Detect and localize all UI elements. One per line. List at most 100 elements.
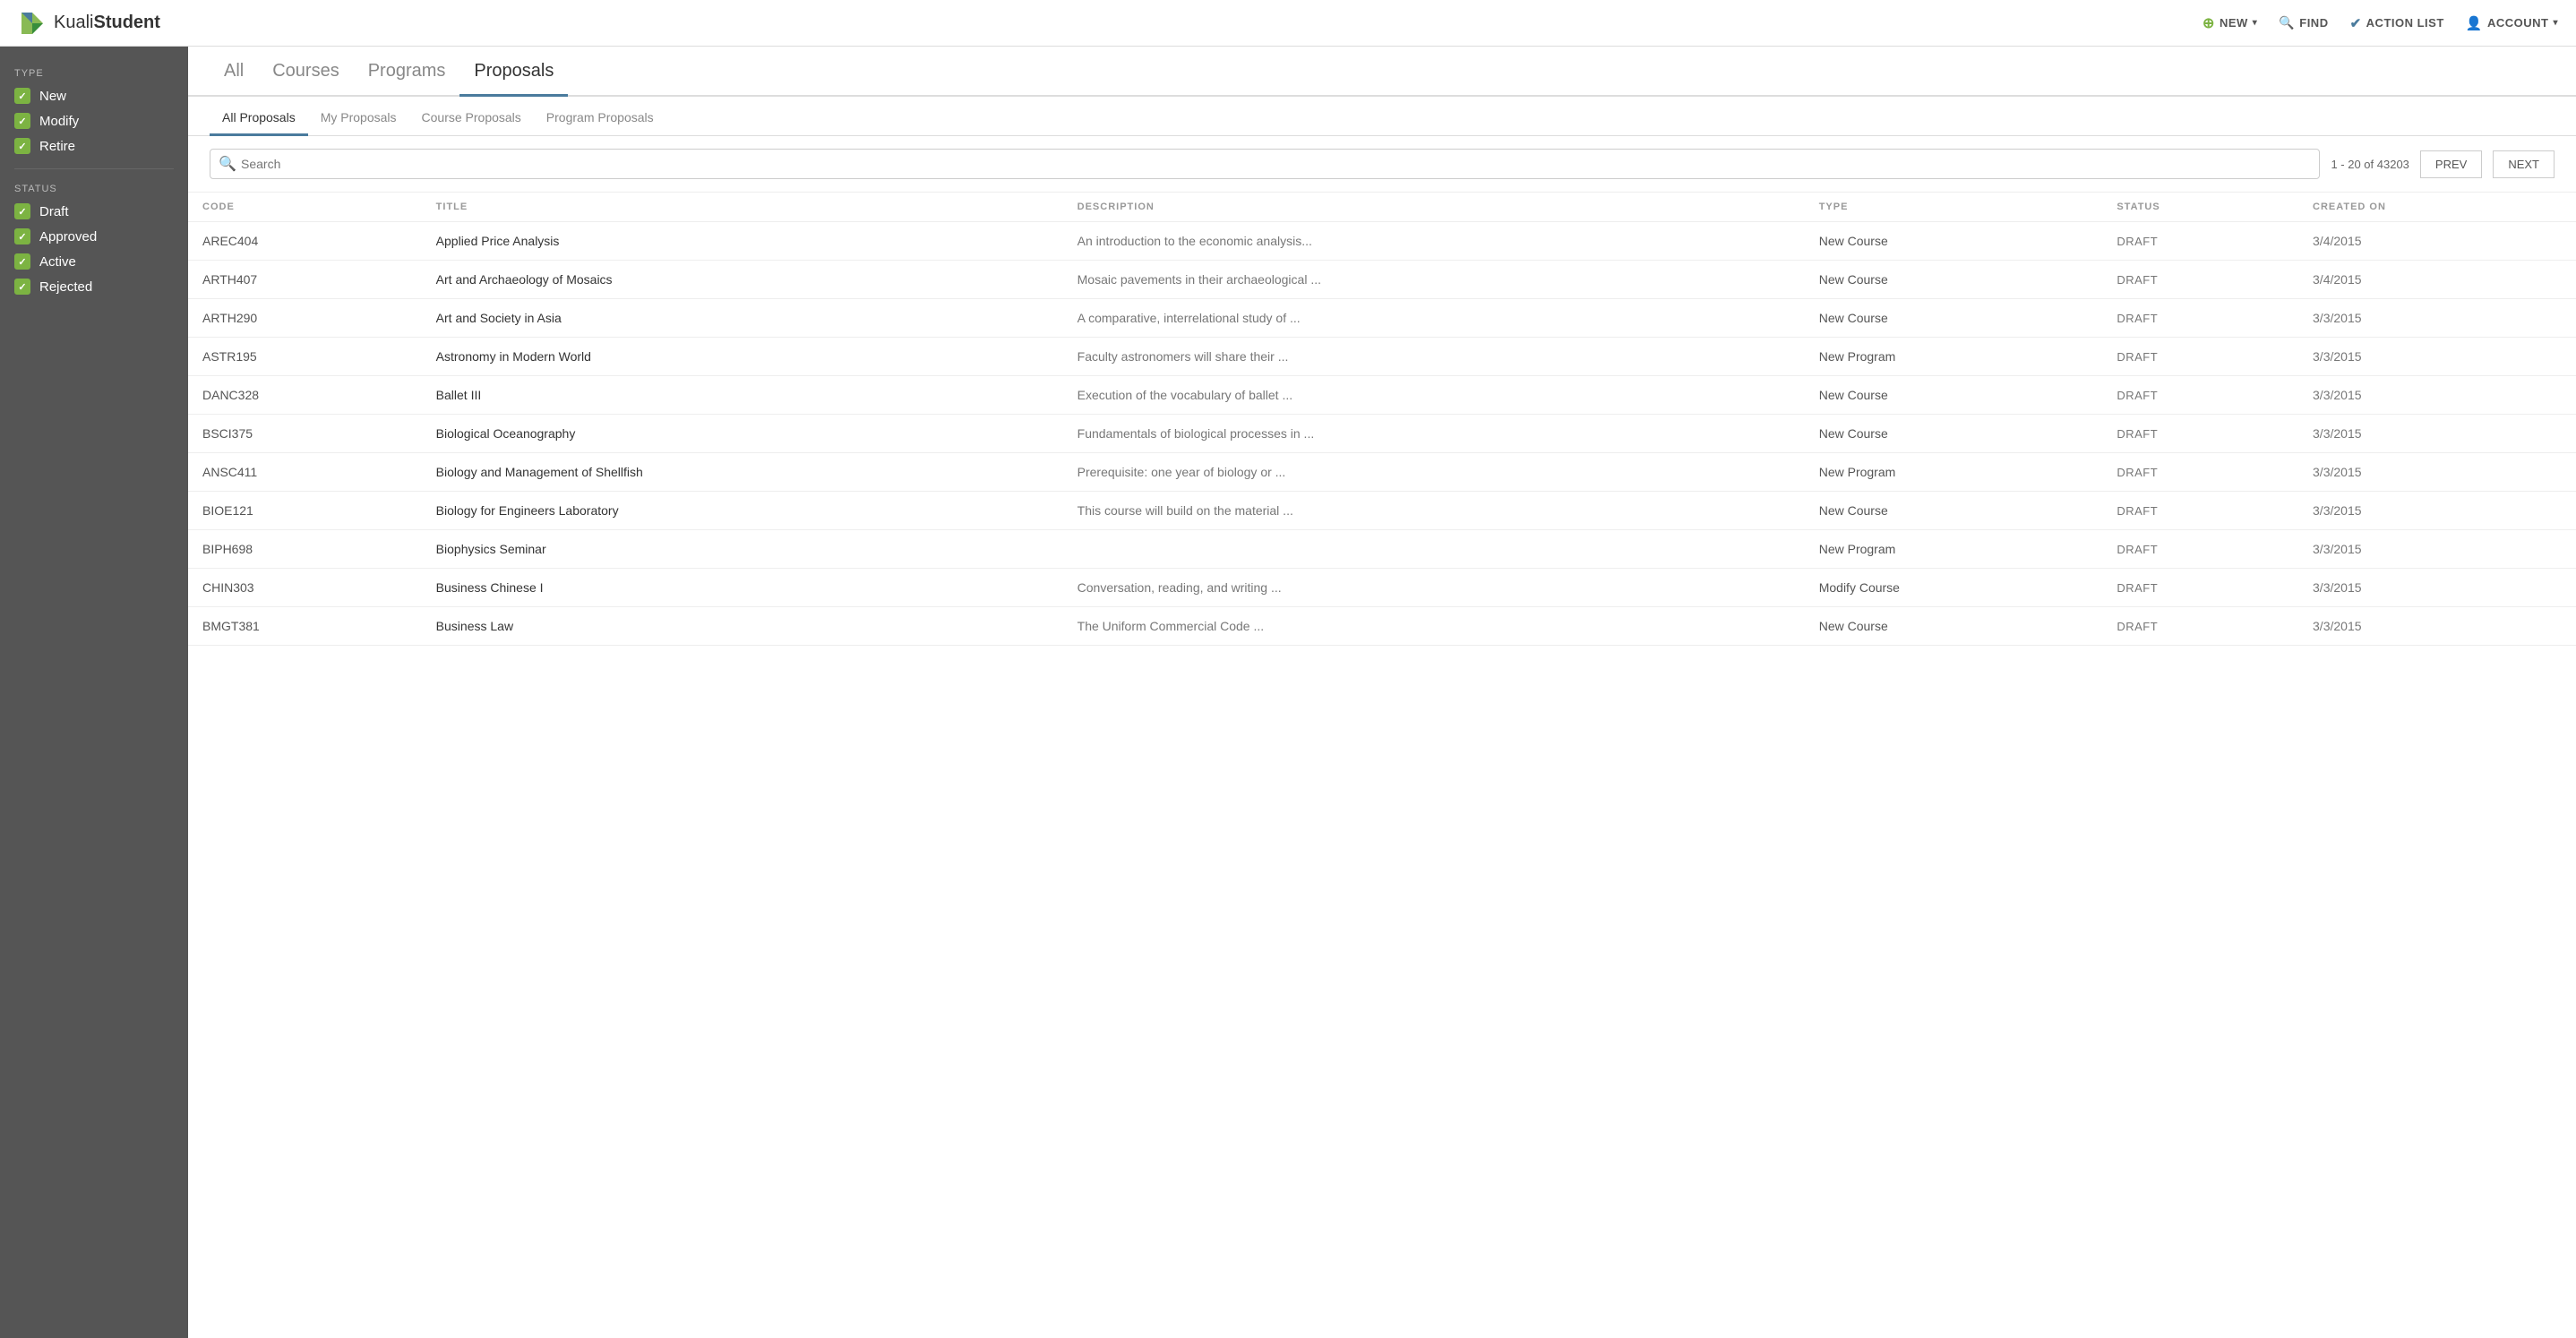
table-row[interactable]: BSCI375 Biological Oceanography Fundamen… [188, 415, 2576, 453]
cell-description: Execution of the vocabulary of ballet ..… [1063, 376, 1805, 415]
tab-courses[interactable]: Courses [258, 48, 353, 97]
cell-status: DRAFT [2102, 338, 2298, 376]
prev-button[interactable]: PREV [2420, 150, 2482, 178]
sidebar: TYPE New Modify Retire STATUS Draft Appr… [0, 47, 188, 1338]
top-nav-right: ⊕ NEW ▾ 🔍 FIND ✔ ACTION LIST 👤 ACCOUNT ▾ [2202, 14, 2558, 32]
cell-status: DRAFT [2102, 453, 2298, 492]
cell-created-on: 3/3/2015 [2298, 607, 2576, 646]
cell-created-on: 3/3/2015 [2298, 530, 2576, 569]
cell-title: Business Chinese I [422, 569, 1063, 607]
cell-status: DRAFT [2102, 415, 2298, 453]
cell-type: New Course [1805, 607, 2103, 646]
tab-proposals[interactable]: Proposals [459, 48, 568, 97]
sub-tab-all-proposals[interactable]: All Proposals [210, 101, 308, 136]
sidebar-item-rejected[interactable]: Rejected [14, 279, 174, 295]
table-row[interactable]: ARTH407 Art and Archaeology of Mosaics M… [188, 261, 2576, 299]
cell-code: BSCI375 [188, 415, 422, 453]
sidebar-item-approved[interactable]: Approved [14, 228, 174, 244]
cell-title: Biology and Management of Shellfish [422, 453, 1063, 492]
new-button[interactable]: ⊕ NEW ▾ [2202, 14, 2257, 32]
approved-checkbox[interactable] [14, 228, 30, 244]
cell-code: BIPH698 [188, 530, 422, 569]
logo-text: KualiStudent [54, 13, 160, 33]
cell-code: DANC328 [188, 376, 422, 415]
table-wrap: CODE TITLE DESCRIPTION TYPE STATUS CREAT… [188, 193, 2576, 646]
active-checkbox[interactable] [14, 253, 30, 270]
cell-description: Conversation, reading, and writing ... [1063, 569, 1805, 607]
cell-status: DRAFT [2102, 530, 2298, 569]
sidebar-item-modify[interactable]: Modify [14, 113, 174, 129]
cell-title: Biological Oceanography [422, 415, 1063, 453]
tab-programs[interactable]: Programs [354, 48, 460, 97]
col-code: CODE [188, 193, 422, 222]
main-content: All Courses Programs Proposals All Propo… [188, 47, 2576, 1338]
sub-tab-program-proposals[interactable]: Program Proposals [534, 101, 666, 136]
cell-created-on: 3/3/2015 [2298, 299, 2576, 338]
cell-description: A comparative, interrelational study of … [1063, 299, 1805, 338]
cell-type: New Course [1805, 492, 2103, 530]
table-row[interactable]: BIPH698 Biophysics Seminar New Program D… [188, 530, 2576, 569]
search-bar: 🔍 1 - 20 of 43203 PREV NEXT [188, 136, 2576, 193]
cell-status: DRAFT [2102, 492, 2298, 530]
cell-title: Business Law [422, 607, 1063, 646]
sidebar-item-draft[interactable]: Draft [14, 203, 174, 219]
cell-created-on: 3/3/2015 [2298, 492, 2576, 530]
status-label: STATUS [14, 184, 174, 194]
cell-code: BIOE121 [188, 492, 422, 530]
cell-type: New Course [1805, 415, 2103, 453]
cell-description: Prerequisite: one year of biology or ... [1063, 453, 1805, 492]
col-title: TITLE [422, 193, 1063, 222]
cell-type: New Course [1805, 261, 2103, 299]
search-input[interactable] [210, 149, 2320, 179]
cell-description: An introduction to the economic analysis… [1063, 222, 1805, 261]
table-row[interactable]: ANSC411 Biology and Management of Shellf… [188, 453, 2576, 492]
cell-status: DRAFT [2102, 376, 2298, 415]
sub-tab-course-proposals[interactable]: Course Proposals [409, 101, 534, 136]
cell-code: ASTR195 [188, 338, 422, 376]
cell-title: Art and Society in Asia [422, 299, 1063, 338]
cell-description: This course will build on the material .… [1063, 492, 1805, 530]
table-row[interactable]: CHIN303 Business Chinese I Conversation,… [188, 569, 2576, 607]
cell-type: New Program [1805, 338, 2103, 376]
find-button[interactable]: 🔍 FIND [2279, 15, 2328, 30]
table-row[interactable]: BIOE121 Biology for Engineers Laboratory… [188, 492, 2576, 530]
draft-checkbox[interactable] [14, 203, 30, 219]
cell-type: Modify Course [1805, 569, 2103, 607]
cell-title: Astronomy in Modern World [422, 338, 1063, 376]
search-input-wrap: 🔍 [210, 149, 2320, 179]
layout: TYPE New Modify Retire STATUS Draft Appr… [0, 47, 2576, 1338]
modify-checkbox[interactable] [14, 113, 30, 129]
next-button[interactable]: NEXT [2493, 150, 2555, 178]
table-row[interactable]: ARTH290 Art and Society in Asia A compar… [188, 299, 2576, 338]
proposals-table: CODE TITLE DESCRIPTION TYPE STATUS CREAT… [188, 193, 2576, 646]
sidebar-item-retire[interactable]: Retire [14, 138, 174, 154]
cell-status: DRAFT [2102, 222, 2298, 261]
col-status: STATUS [2102, 193, 2298, 222]
sidebar-divider [14, 168, 174, 169]
table-row[interactable]: BMGT381 Business Law The Uniform Commerc… [188, 607, 2576, 646]
top-nav: KualiStudent ⊕ NEW ▾ 🔍 FIND ✔ ACTION LIS… [0, 0, 2576, 47]
table-row[interactable]: ASTR195 Astronomy in Modern World Facult… [188, 338, 2576, 376]
sub-tab-my-proposals[interactable]: My Proposals [308, 101, 409, 136]
sidebar-item-active[interactable]: Active [14, 253, 174, 270]
cell-title: Applied Price Analysis [422, 222, 1063, 261]
cell-type: New Course [1805, 299, 2103, 338]
retire-checkbox[interactable] [14, 138, 30, 154]
sidebar-item-approved-label: Approved [39, 229, 97, 244]
cell-status: DRAFT [2102, 261, 2298, 299]
rejected-checkbox[interactable] [14, 279, 30, 295]
sidebar-item-rejected-label: Rejected [39, 279, 92, 295]
new-checkbox[interactable] [14, 88, 30, 104]
cell-code: ARTH407 [188, 261, 422, 299]
account-button[interactable]: 👤 ACCOUNT ▾ [2466, 15, 2558, 31]
cell-description: Fundamentals of biological processes in … [1063, 415, 1805, 453]
cell-type: New Program [1805, 530, 2103, 569]
cell-created-on: 3/3/2015 [2298, 376, 2576, 415]
sidebar-item-new[interactable]: New [14, 88, 174, 104]
tab-all[interactable]: All [210, 48, 258, 97]
table-row[interactable]: DANC328 Ballet III Execution of the voca… [188, 376, 2576, 415]
cell-code: BMGT381 [188, 607, 422, 646]
sidebar-item-active-label: Active [39, 254, 76, 270]
table-row[interactable]: AREC404 Applied Price Analysis An introd… [188, 222, 2576, 261]
action-list-button[interactable]: ✔ ACTION LIST [2350, 15, 2444, 31]
